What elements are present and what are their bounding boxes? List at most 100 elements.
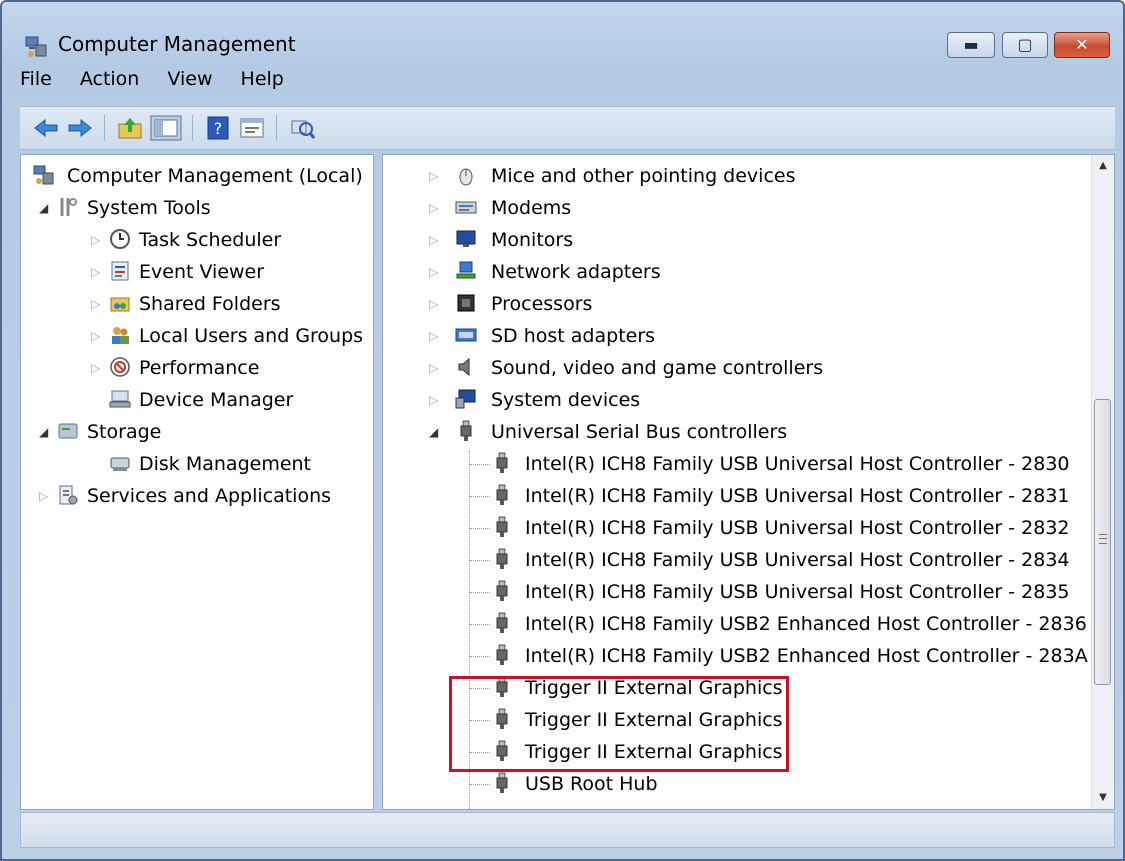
usb-device-row[interactable]: Trigger II External Graphics [383,705,1083,735]
properties-icon[interactable] [238,115,266,141]
device-category-row[interactable]: ▷ System devices [383,385,1083,415]
scrollbar-thumb[interactable] [1094,399,1111,685]
up-folder-icon[interactable] [116,115,144,141]
device-category-row[interactable]: ▷ Monitors [383,225,1083,255]
device-category-row[interactable]: ▷ Mice and other pointing devices [383,161,1083,191]
device-category-row[interactable]: ▷ SD host adapters [383,321,1083,351]
usb-device-row[interactable]: USB Root Hub [383,769,1083,799]
collapsed-arrow-icon[interactable]: ▷ [429,321,438,351]
tree-connector [470,656,490,657]
usb-device-row[interactable]: Trigger II External Graphics [383,673,1083,703]
tree-label: Event Viewer [139,261,265,283]
tree-item-event-viewer[interactable]: ▷ Event Viewer [31,257,371,287]
device-category-row[interactable]: ▷ Network adapters [383,257,1083,287]
tree-item-shared-folders[interactable]: ▷ Shared Folders [31,289,371,319]
collapsed-arrow-icon[interactable]: ▷ [91,289,100,319]
usb-device-row[interactable]: Intel(R) ICH8 Family USB2 Enhanced Host … [383,641,1088,671]
menu-help[interactable]: Help [241,68,284,90]
usb-plug-icon [496,772,508,793]
services-icon [59,485,78,505]
expanded-arrow-icon[interactable]: ◢ [39,417,48,447]
tree-item-task-scheduler[interactable]: ▷ Task Scheduler [31,225,371,255]
tree-label: Disk Management [139,453,312,475]
usb-device-label: Intel(R) ICH8 Family USB Universal Host … [525,581,1070,603]
title-bar[interactable]: Computer Management ▬ ▢ ✕ [2,2,1123,58]
tree-connector [470,560,490,561]
back-icon[interactable] [32,115,60,141]
disk-icon [110,457,130,471]
usb-plug-icon [496,484,508,505]
collapsed-arrow-icon[interactable]: ▷ [429,193,438,223]
tree-item-disk-management[interactable]: Disk Management [31,449,371,479]
menu-file[interactable]: File [20,68,52,90]
device-category-label: Sound, video and game controllers [491,357,824,379]
close-button[interactable]: ✕ [1054,32,1110,58]
tree-connector [470,592,490,593]
device-category-row[interactable]: ▷ Processors [383,289,1083,319]
tree-label: Device Manager [139,389,294,411]
menu-action[interactable]: Action [80,68,140,90]
usb-device-row[interactable]: Intel(R) ICH8 Family USB2 Enhanced Host … [383,609,1087,639]
usb-device-row[interactable]: Intel(R) ICH8 Family USB Universal Host … [383,513,1083,543]
usb-plug-icon [496,644,508,665]
computer-management-icon [25,36,47,57]
toolbar-separator [104,115,105,141]
usb-device-row[interactable]: Intel(R) ICH8 Family USB Universal Host … [383,545,1083,575]
usb-device-label: Intel(R) ICH8 Family USB Universal Host … [525,453,1070,475]
collapsed-arrow-icon[interactable]: ▷ [91,321,100,351]
clock-icon [110,229,130,249]
collapsed-arrow-icon[interactable]: ▷ [429,289,438,319]
tree-label: Local Users and Groups [139,325,364,347]
minimize-icon: ▬ [963,35,979,54]
device-category-label: Network adapters [491,261,661,283]
device-category-row[interactable]: ▷ Sound, video and game controllers [383,353,1083,383]
tree-item-storage[interactable]: ◢ Storage [31,417,371,447]
close-icon: ✕ [1075,35,1089,54]
device-category-label: System devices [491,389,641,411]
device-category-row[interactable]: ◢ Universal Serial Bus controllers [383,417,1083,447]
usb-plug-icon [496,708,508,729]
usb-device-row[interactable]: Intel(R) ICH8 Family USB Universal Host … [383,481,1083,511]
collapsed-arrow-icon[interactable]: ▷ [91,257,100,287]
collapsed-arrow-icon[interactable]: ▷ [429,257,438,287]
collapsed-arrow-icon[interactable]: ▷ [91,225,100,255]
minimize-button[interactable]: ▬ [947,32,995,58]
monitor-icon [456,230,476,247]
vertical-scrollbar[interactable]: ▲ ▼ [1091,155,1114,809]
tree-item-system-tools[interactable]: ◢ System Tools [31,193,371,223]
tree-item-performance[interactable]: ▷ Performance [31,353,371,383]
tree-item-services-applications[interactable]: ▷ Services and Applications [31,481,371,511]
device-category-label: Universal Serial Bus controllers [491,421,788,443]
collapsed-arrow-icon[interactable]: ▷ [429,225,438,255]
usb-device-row[interactable]: Intel(R) ICH8 Family USB Universal Host … [383,577,1083,607]
tree-item-device-manager[interactable]: Device Manager [31,385,371,415]
usb-device-row[interactable]: Intel(R) ICH8 Family USB Universal Host … [383,449,1083,479]
help-icon[interactable]: ? [204,115,232,141]
collapsed-arrow-icon[interactable]: ▷ [39,481,48,511]
expanded-arrow-icon[interactable]: ◢ [429,417,438,447]
usb-plug-icon [496,548,508,569]
scroll-up-icon[interactable]: ▲ [1092,155,1114,177]
collapsed-arrow-icon[interactable]: ▷ [429,161,438,191]
usb-device-row[interactable]: Trigger II External Graphics [383,737,1083,767]
tree-connector [470,464,490,465]
svg-text:?: ? [214,119,223,138]
scan-hardware-icon[interactable] [288,115,316,141]
maximize-button[interactable]: ▢ [1002,32,1048,58]
tree-connector [470,688,490,689]
device-category-row[interactable]: ▷ Modems [383,193,1083,223]
collapsed-arrow-icon[interactable]: ▷ [429,353,438,383]
tree-connector [470,496,490,497]
collapsed-arrow-icon[interactable]: ▷ [91,353,100,383]
usb-plug-icon [496,452,508,473]
expanded-arrow-icon[interactable]: ◢ [39,193,48,223]
network-adapter-icon [456,261,476,279]
forward-icon[interactable] [66,115,94,141]
scroll-down-icon[interactable]: ▼ [1092,787,1114,809]
tree-item-local-users-groups[interactable]: ▷ Local Users and Groups [31,321,371,351]
tree-label: Task Scheduler [139,229,282,251]
menu-view[interactable]: View [167,68,212,90]
tree-item-root[interactable]: Computer Management (Local) [31,161,371,191]
collapsed-arrow-icon[interactable]: ▷ [429,385,438,415]
show-hide-tree-icon[interactable] [150,115,182,141]
